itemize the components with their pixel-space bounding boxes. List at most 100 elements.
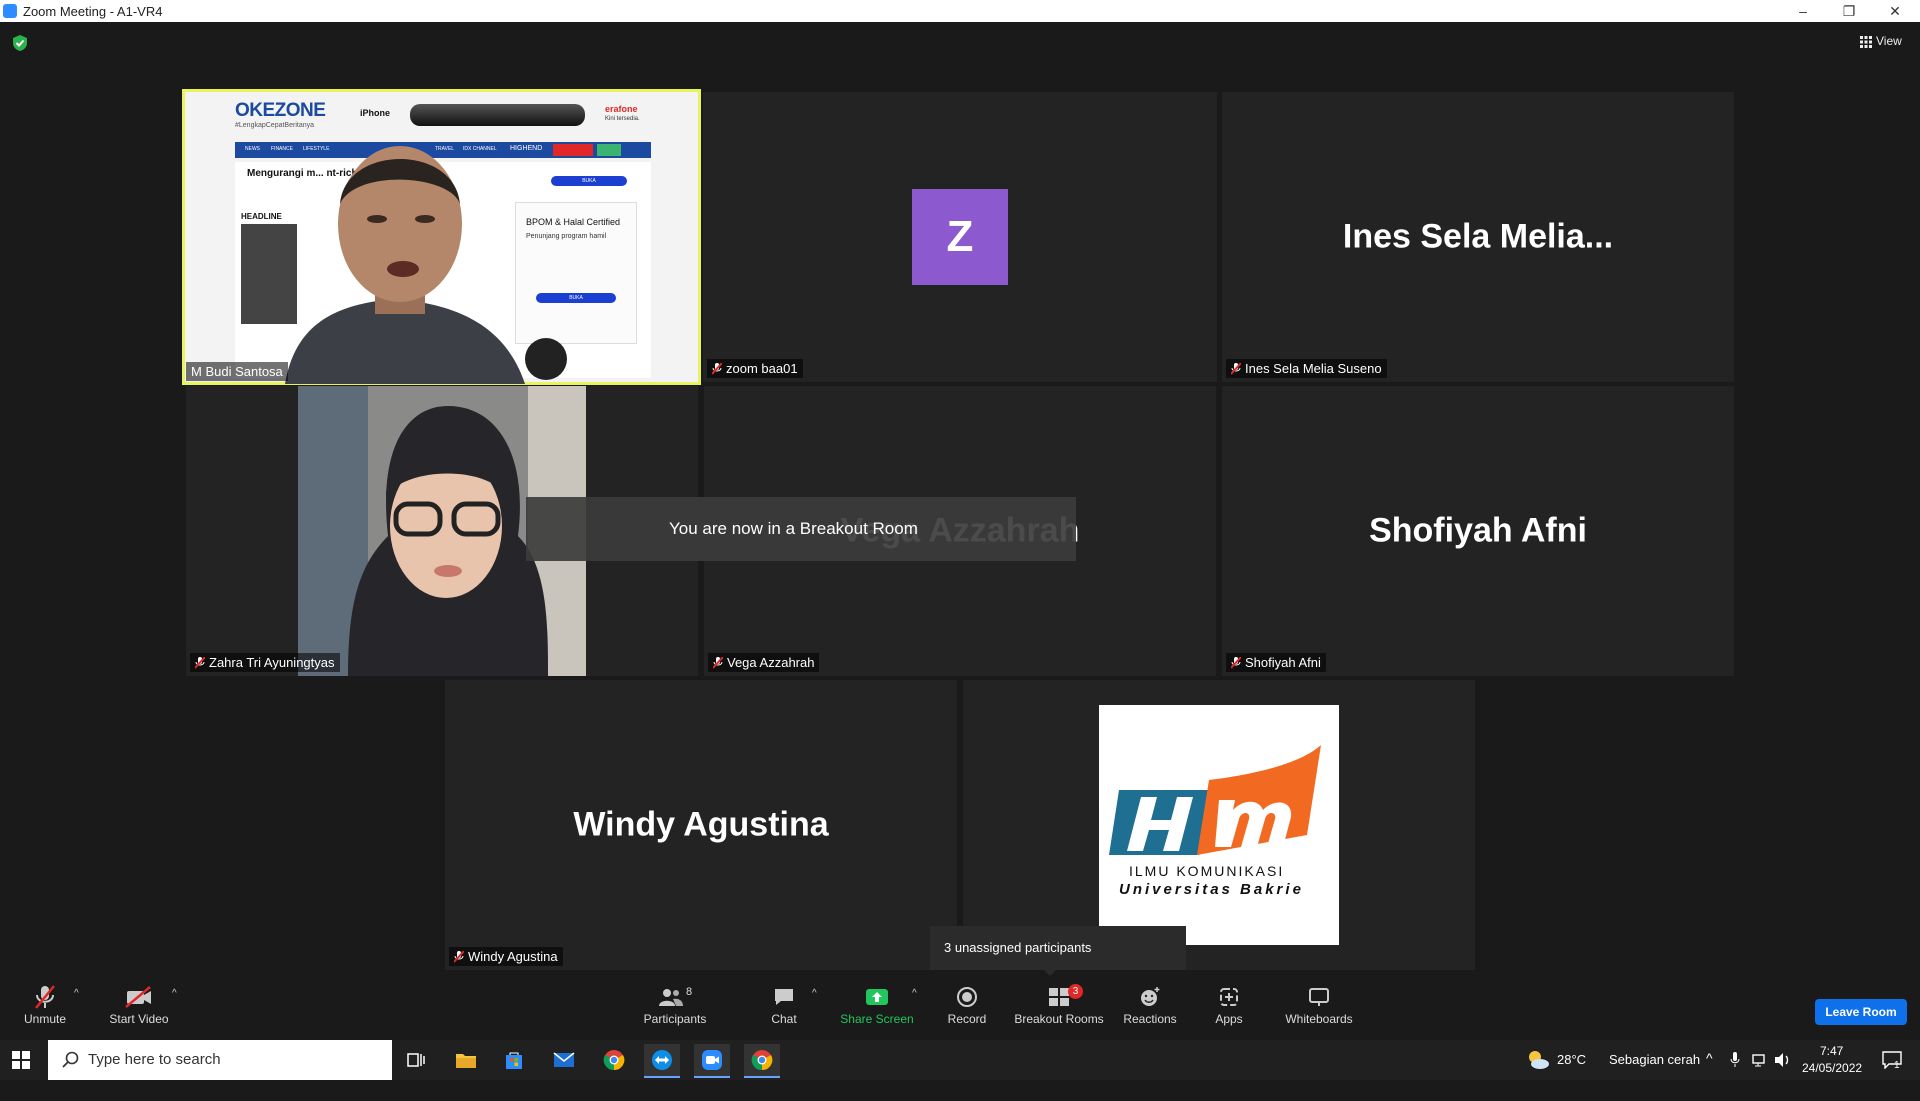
breakout-rooms-button[interactable]: 3 Breakout Rooms <box>1012 980 1106 1040</box>
clock-date[interactable]: 24/05/2022 <box>1802 1061 1862 1101</box>
participant-name-ines: Ines Sela Melia Suseno <box>1226 359 1387 378</box>
okezone-logo: OKEZONE <box>235 100 326 121</box>
meeting-toolbar: Unmute ^ Start Video ^ 8 Participants Ch… <box>0 980 1920 1040</box>
view-button[interactable]: View <box>1860 34 1902 48</box>
file-explorer-icon[interactable] <box>448 1044 484 1076</box>
window-titlebar: Zoom Meeting - A1-VR4 – ❐ ✕ <box>0 0 1920 22</box>
mail-icon[interactable] <box>546 1044 582 1076</box>
university-logo: ILMU KOMUNIKASI Universitas Bakrie <box>1099 705 1339 945</box>
muted-mic-icon <box>195 657 205 669</box>
muted-mic-icon <box>713 657 723 669</box>
video-tile-zoom-baa01[interactable]: Z zoom baa01 <box>703 92 1217 382</box>
network-icon[interactable] <box>1752 1052 1768 1068</box>
record-icon <box>957 987 977 1007</box>
volume-icon[interactable] <box>1774 1052 1792 1068</box>
windows-taskbar: Type here to search 28°C Sebagian cerah … <box>0 1040 1920 1080</box>
video-off-icon <box>125 986 151 1008</box>
chat-icon <box>775 989 793 1005</box>
participant-name-shofiyah: Shofiyah Afni <box>1226 653 1326 672</box>
participant-name-windy: Windy Agustina <box>449 947 563 966</box>
logo-line1: ILMU KOMUNIKASI <box>1129 863 1285 879</box>
buka-button-2: BUKA <box>536 293 616 303</box>
video-tile-windy[interactable]: Windy Agustina Windy Agustina <box>445 680 957 970</box>
window-title: Zoom Meeting - A1-VR4 <box>23 4 163 19</box>
share-options-caret[interactable]: ^ <box>912 988 917 999</box>
muted-mic-icon <box>1231 657 1241 669</box>
chat-button[interactable]: Chat <box>764 980 804 1040</box>
video-tile-m-budi-santosa[interactable]: OKEZONE #LengkapCepatBeritanya iPhone er… <box>182 89 701 385</box>
breakout-room-notice: You are now in a Breakout Room <box>526 497 1076 561</box>
share-screen-button[interactable]: Share Screen <box>840 980 914 1040</box>
taskbar-search-box[interactable]: Type here to search <box>48 1040 392 1080</box>
participants-button[interactable]: 8 Participants <box>640 980 710 1040</box>
notification-count: 1 <box>1894 1060 1900 1071</box>
zoom-taskbar-icon[interactable] <box>694 1044 730 1078</box>
security-shield-icon[interactable] <box>12 34 28 52</box>
display-name-windy: Windy Agustina <box>573 805 829 844</box>
unassigned-participants-tooltip: 3 unassigned participants <box>930 926 1186 976</box>
start-video-button[interactable]: Start Video <box>104 980 174 1040</box>
ad-box-sub: Penunjang program hamil <box>526 233 607 240</box>
microphone-tray-icon[interactable] <box>1730 1052 1740 1068</box>
muted-microphone-icon <box>35 985 55 1009</box>
weather-temp[interactable]: 28°C <box>1557 1052 1586 1092</box>
whiteboards-button[interactable]: Whiteboards <box>1280 980 1358 1040</box>
chrome-icon[interactable] <box>596 1044 632 1076</box>
windows-start-icon[interactable] <box>12 1051 30 1069</box>
audio-options-caret[interactable]: ^ <box>74 988 79 999</box>
muted-mic-icon <box>1231 363 1241 375</box>
ad-box-title: BPOM & Halal Certified <box>526 217 621 227</box>
reactions-icon <box>1141 987 1160 1006</box>
weather-text[interactable]: Sebagian cerah <box>1609 1052 1700 1092</box>
search-placeholder: Type here to search <box>88 1051 221 1068</box>
weather-icon[interactable] <box>1526 1049 1550 1071</box>
avatar-zoom-baa01: Z <box>912 189 1008 285</box>
task-view-icon[interactable] <box>398 1044 434 1076</box>
breakout-badge: 3 <box>1068 984 1083 999</box>
muted-mic-icon <box>454 951 464 963</box>
zoom-app-icon <box>3 4 17 18</box>
video-options-caret[interactable]: ^ <box>172 988 177 999</box>
whiteboard-icon <box>1309 988 1329 1006</box>
participants-icon <box>658 989 683 1006</box>
video-tile-ines[interactable]: Ines Sela Melia... Ines Sela Melia Susen… <box>1222 92 1734 382</box>
speaker-video-feed <box>285 146 525 384</box>
unmute-button[interactable]: Unmute <box>14 980 76 1040</box>
chat-options-caret[interactable]: ^ <box>812 988 817 999</box>
maximize-button[interactable]: ❐ <box>1826 0 1872 22</box>
display-name-ines: Ines Sela Melia... <box>1342 217 1614 256</box>
ad-sub: Kini tersedia. <box>605 116 640 122</box>
shared-webpage: OKEZONE #LengkapCepatBeritanya iPhone er… <box>185 92 698 384</box>
video-tile-shofiyah[interactable]: Shofiyah Afni Shofiyah Afni <box>1222 386 1734 676</box>
muted-mic-icon <box>712 363 722 375</box>
participant-name-zoom-baa01: zoom baa01 <box>707 359 803 378</box>
apps-button[interactable]: Apps <box>1208 980 1250 1040</box>
apps-icon <box>1220 988 1238 1006</box>
microsoft-store-icon[interactable] <box>496 1044 532 1076</box>
reactions-button[interactable]: Reactions <box>1120 980 1180 1040</box>
view-label: View <box>1876 34 1902 48</box>
search-icon <box>62 1051 79 1068</box>
teamviewer-icon[interactable] <box>644 1044 680 1078</box>
close-button[interactable]: ✕ <box>1872 0 1918 22</box>
tray-overflow-chevron-icon[interactable]: ^ <box>1706 1050 1713 1090</box>
record-button[interactable]: Record <box>942 980 992 1040</box>
participant-name-m-budi: M Budi Santosa <box>186 362 288 381</box>
headline-label: HEADLINE <box>241 212 282 221</box>
ad-store: erafone <box>605 104 638 114</box>
hm-logo-graphic <box>1109 745 1321 855</box>
phone-ad-image <box>410 104 585 126</box>
breakout-rooms-icon <box>1049 988 1069 1006</box>
buka-button-1: BUKA <box>551 176 627 186</box>
grid-view-icon <box>1860 35 1872 48</box>
ad-brand: iPhone <box>360 108 391 118</box>
minimize-button[interactable]: – <box>1780 0 1826 22</box>
logo-line2: Universitas Bakrie <box>1119 881 1304 898</box>
participant-name-zahra: Zahra Tri Ayuningtyas <box>190 653 340 672</box>
chrome-window-icon[interactable] <box>744 1044 780 1078</box>
leave-room-button[interactable]: Leave Room <box>1815 999 1907 1025</box>
share-screen-icon <box>866 989 888 1005</box>
participant-name-vega: Vega Azzahrah <box>708 653 820 672</box>
display-name-shofiyah: Shofiyah Afni <box>1369 511 1587 550</box>
participants-count: 8 <box>685 986 693 998</box>
